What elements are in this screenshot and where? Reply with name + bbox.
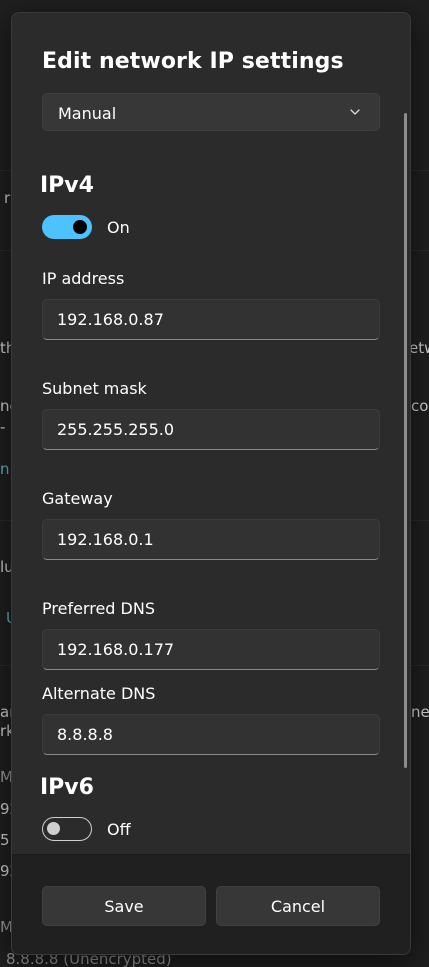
ip-address-input[interactable]	[42, 299, 380, 340]
alternate-dns-input[interactable]	[42, 714, 380, 755]
subnet-mask-label: Subnet mask	[42, 379, 147, 398]
bg-text-fragment: r	[4, 189, 11, 207]
bg-text-fragment: 5	[0, 831, 10, 849]
gateway-label: Gateway	[42, 489, 113, 508]
toggle-knob	[47, 822, 60, 835]
dialog-scroll-area[interactable]: Edit network IP settings Manual IPv4 On …	[12, 13, 410, 855]
bg-text-fragment: co	[411, 397, 429, 415]
dialog-footer: Save Cancel	[12, 854, 410, 954]
preferred-dns-input[interactable]	[42, 629, 380, 670]
ipv4-toggle-label: On	[107, 218, 130, 237]
ipv6-section-title: IPv6	[40, 775, 94, 800]
cancel-button[interactable]: Cancel	[216, 886, 380, 926]
dialog-title: Edit network IP settings	[42, 49, 344, 74]
bg-text-fragment: -	[0, 418, 6, 436]
chevron-down-icon	[350, 109, 360, 115]
save-button[interactable]: Save	[42, 886, 206, 926]
ip-address-label: IP address	[42, 269, 125, 288]
preferred-dns-label: Preferred DNS	[42, 599, 155, 618]
ip-mode-select-value: Manual	[58, 104, 117, 123]
ipv4-toggle[interactable]	[42, 215, 92, 239]
edit-ip-settings-dialog: Edit network IP settings Manual IPv4 On …	[11, 12, 411, 955]
ipv4-section-title: IPv4	[40, 173, 94, 198]
bg-text-fragment: etw	[409, 339, 429, 357]
ip-mode-select[interactable]: Manual	[42, 93, 380, 131]
ipv6-toggle[interactable]	[42, 817, 92, 841]
gateway-input[interactable]	[42, 519, 380, 560]
bg-text-fragment: ned	[411, 703, 429, 721]
dialog-scrollbar[interactable]	[404, 113, 407, 768]
bg-link-fragment[interactable]: n	[0, 460, 10, 478]
ipv6-toggle-label: Off	[107, 820, 131, 839]
toggle-knob	[73, 220, 87, 234]
subnet-mask-input[interactable]	[42, 409, 380, 450]
alternate-dns-label: Alternate DNS	[42, 684, 156, 703]
